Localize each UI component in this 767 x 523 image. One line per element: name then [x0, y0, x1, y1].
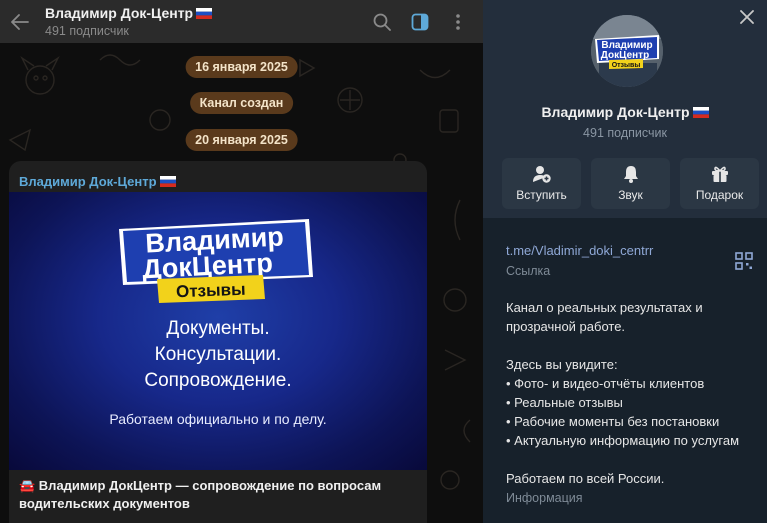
date-separator: 20 января 2025 [185, 129, 298, 151]
gift-icon [711, 166, 728, 182]
description-line [506, 450, 756, 469]
search-button[interactable] [363, 0, 401, 43]
close-button[interactable] [736, 6, 758, 28]
description-line: • Рабочие моменты без постановки [506, 414, 720, 429]
avatar-image: Владимир ДокЦентр Отзывы [591, 15, 663, 87]
more-vertical-icon [456, 13, 460, 30]
post-image[interactable]: Владимир ДокЦентр Отзывы Документы. Конс… [9, 192, 427, 470]
sidebar-toggle-button[interactable] [401, 0, 439, 43]
gift-button[interactable]: Подарок [680, 158, 759, 209]
russia-flag-icon [692, 106, 709, 118]
channel-post[interactable]: Владимир Док-Центр Владимир ДокЦентр Отз… [9, 161, 427, 523]
qr-code-icon [735, 252, 753, 270]
channel-link[interactable]: t.me/Vladimir_doki_centrr [506, 243, 653, 258]
post-caption: 🚘 Владимир ДокЦентр — сопровождение по в… [19, 478, 382, 511]
chat-subscriber-count: 491 подписчик [45, 24, 129, 38]
panel-header: Владимир ДокЦентр Отзывы Владимир Док-Це… [483, 0, 767, 218]
join-icon [532, 166, 551, 183]
more-button[interactable] [439, 0, 477, 43]
image-footer-text: Работаем официально и по делу. [109, 411, 327, 427]
chat-area: Владимир Док-Центр 491 подписчик 16 янва… [0, 0, 483, 523]
sidebar-toggle-icon [411, 13, 429, 30]
join-label: Вступить [516, 188, 567, 202]
description-line [506, 336, 756, 355]
service-message: Канал создан [189, 92, 294, 114]
date-separator: 16 января 2025 [185, 56, 298, 78]
sound-label: Звук [618, 188, 643, 202]
chat-header: Владимир Док-Центр 491 подписчик [0, 0, 483, 43]
image-text-line: Документы. [166, 318, 270, 339]
description-line: Здесь вы увидите: [506, 357, 618, 372]
russia-flag-icon [196, 7, 213, 19]
description-line: Работаем по всей России. [506, 471, 665, 486]
image-text-line: Консультации. [154, 344, 282, 365]
close-icon [740, 10, 754, 24]
back-button[interactable] [0, 0, 40, 43]
channel-link-label: Ссылка [506, 264, 551, 278]
description-line: Канал о реальных результатах и [506, 300, 703, 315]
channel-avatar[interactable]: Владимир ДокЦентр Отзывы [591, 15, 663, 87]
panel-subscriber-count: 491 подписчик [583, 126, 667, 140]
description-line: • Актуальную информацию по услугам [506, 433, 740, 448]
gift-label: Подарок [695, 188, 744, 202]
description-line: • Фото- и видео-отчёты клиентов [506, 376, 705, 391]
channel-description: Канал о реальных результатах и прозрачно… [506, 298, 756, 488]
post-author-name: Владимир Док-Центр [19, 174, 157, 189]
search-icon [373, 13, 391, 31]
russia-flag-icon [159, 176, 176, 187]
chat-title: Владимир Док-Центр [45, 5, 194, 21]
description-label: Информация [506, 491, 583, 505]
description-line: прозрачной работе. [506, 319, 626, 334]
description-line: • Реальные отзывы [506, 395, 623, 410]
qr-code-button[interactable] [735, 252, 753, 270]
chat-title-block[interactable]: Владимир Док-Центр 491 подписчик [40, 5, 363, 38]
post-author[interactable]: Владимир Док-Центр [9, 161, 427, 192]
channel-info-panel: Владимир ДокЦентр Отзывы Владимир Док-Це… [483, 0, 767, 523]
image-text-line: Сопровождение. [144, 370, 292, 391]
panel-channel-name: Владимир Док-Центр [541, 104, 690, 120]
svg-text:Отзывы: Отзывы [176, 280, 246, 301]
svg-text:Отзывы: Отзывы [612, 62, 641, 69]
channel-info-section: t.me/Vladimir_doki_centrr Ссылка Канал о… [483, 218, 767, 523]
join-button[interactable]: Вступить [502, 158, 581, 209]
sound-button[interactable]: Звук [591, 158, 670, 209]
bell-icon [623, 166, 638, 183]
back-arrow-icon [11, 13, 29, 30]
